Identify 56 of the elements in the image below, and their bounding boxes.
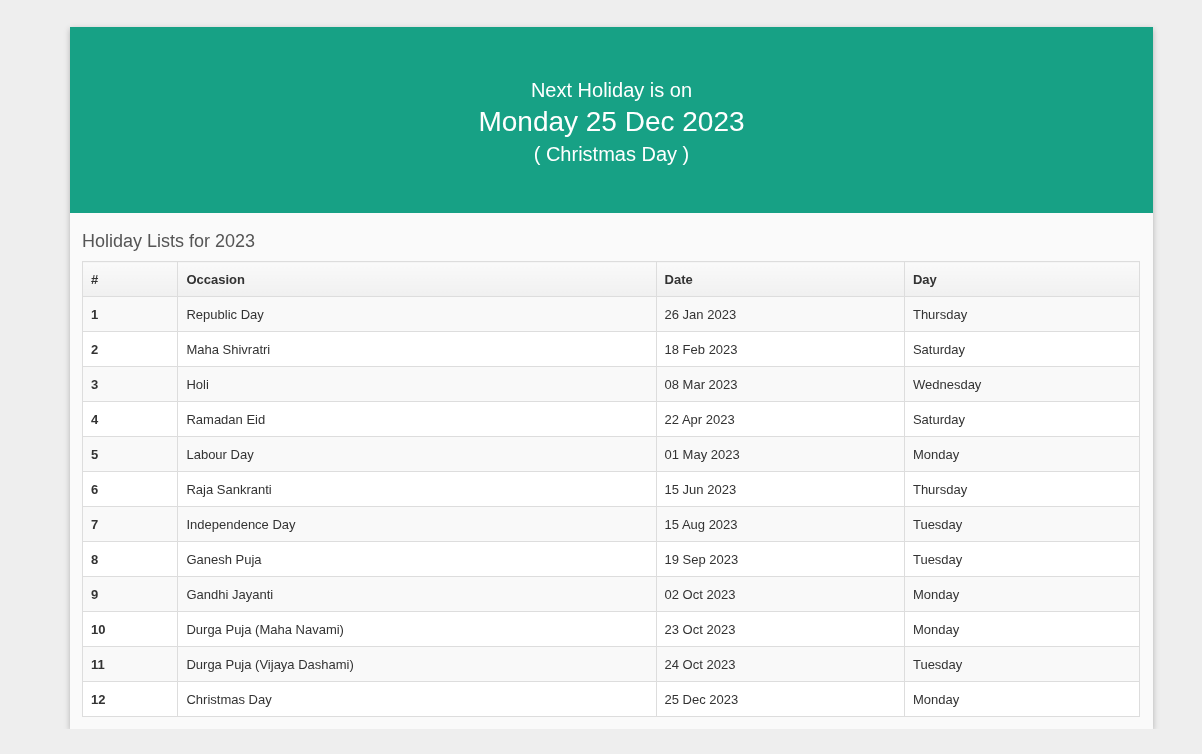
table-cell: 9 [82,576,178,612]
table-cell: Monday [904,576,1140,612]
banner-lead: Next Holiday is on [530,78,693,103]
table-cell: Christmas Day [177,681,657,717]
table-cell: Maha Shivratri [177,331,657,367]
table-cell: Saturday [904,401,1140,437]
table-cell: 22 Apr 2023 [656,401,905,437]
table-cell: 15 Jun 2023 [656,471,905,507]
column-header: Day [904,261,1140,297]
table-cell: 5 [82,436,178,472]
table-cell: 4 [82,401,178,437]
list-title: Holiday Lists for 2023 [82,231,256,252]
table-cell: Monday [904,436,1140,472]
table-cell: 6 [82,471,178,507]
table-cell: Labour Day [177,436,657,472]
table-cell: 23 Oct 2023 [656,611,905,647]
table-cell: 18 Feb 2023 [656,331,905,367]
table-cell: Ramadan Eid [177,401,657,437]
table-cell: 19 Sep 2023 [656,541,905,577]
table-cell: 02 Oct 2023 [656,576,905,612]
table-cell: 11 [82,646,178,682]
table-cell: Tuesday [904,506,1140,542]
table-cell: Durga Puja (Maha Navami) [177,611,657,647]
table-cell: 7 [82,506,178,542]
table-cell: Durga Puja (Vijaya Dashami) [177,646,657,682]
banner-occasion: ( Christmas Day ) [533,142,690,167]
table-cell: 26 Jan 2023 [656,296,905,332]
table-cell: 2 [82,331,178,367]
table-cell: 08 Mar 2023 [656,366,905,402]
table-cell: Holi [177,366,657,402]
table-cell: Tuesday [904,541,1140,577]
table-cell: 8 [82,541,178,577]
table-cell: 15 Aug 2023 [656,506,905,542]
table-cell: Tuesday [904,646,1140,682]
table-cell: Wednesday [904,366,1140,402]
table-cell: 12 [82,681,178,717]
column-header: Occasion [177,261,657,297]
banner-date: Monday 25 Dec 2023 [478,105,745,139]
table-cell: 25 Dec 2023 [656,681,905,717]
table-cell: Independence Day [177,506,657,542]
table-cell: 24 Oct 2023 [656,646,905,682]
table-cell: Thursday [904,296,1140,332]
table-cell: Monday [904,681,1140,717]
table-cell: Gandhi Jayanti [177,576,657,612]
table-cell: 01 May 2023 [656,436,905,472]
table-cell: 3 [82,366,178,402]
table-cell: 1 [82,296,178,332]
table-cell: Raja Sankranti [177,471,657,507]
table-cell: Thursday [904,471,1140,507]
table-cell: Saturday [904,331,1140,367]
column-header: # [82,261,178,297]
table-cell: Ganesh Puja [177,541,657,577]
table-cell: 10 [82,611,178,647]
table-cell: Monday [904,611,1140,647]
table-cell: Republic Day [177,296,657,332]
column-header: Date [656,261,905,297]
